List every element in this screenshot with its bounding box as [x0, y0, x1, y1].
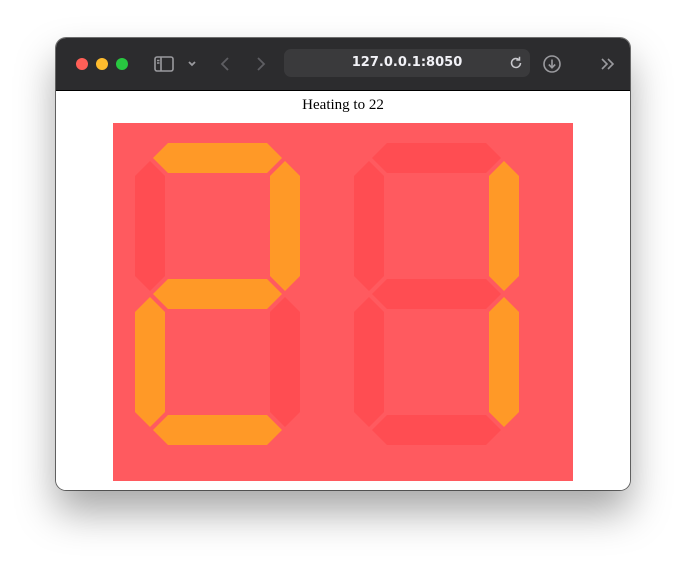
segment-lower-right: [270, 297, 300, 427]
address-url: 127.0.0.1:8050: [351, 55, 463, 70]
chevron-down-icon[interactable]: [180, 52, 196, 76]
address-bar[interactable]: 127.0.0.1:8050: [284, 49, 530, 77]
segment-middle: [372, 279, 501, 309]
segment-bottom: [372, 415, 501, 445]
back-arrow-icon[interactable]: [214, 52, 238, 76]
segment-bottom: [153, 415, 282, 445]
segment-lower-left: [135, 297, 165, 427]
digit-1: [135, 143, 300, 445]
seven-segment-display: [113, 123, 573, 481]
segment-top: [153, 143, 282, 173]
segment-top: [372, 143, 501, 173]
browser-toolbar: 127.0.0.1:8050: [56, 38, 630, 91]
reload-icon[interactable]: [508, 55, 524, 71]
page-content: Heating to 22: [56, 91, 630, 490]
segment-middle: [153, 279, 282, 309]
forward-arrow-icon[interactable]: [248, 52, 272, 76]
double-chevron-right-icon[interactable]: [596, 52, 620, 76]
segment-lower-right: [489, 297, 519, 427]
digit-2: [354, 143, 519, 445]
minimize-window-button[interactable]: [96, 58, 108, 70]
close-window-button[interactable]: [76, 58, 88, 70]
segment-upper-right: [489, 161, 519, 291]
zoom-window-button[interactable]: [116, 58, 128, 70]
segment-upper-left: [354, 161, 384, 291]
sidebar-toggle-icon[interactable]: [152, 52, 176, 76]
download-icon[interactable]: [540, 52, 564, 76]
browser-window: 127.0.0.1:8050 Heating to 22: [56, 38, 630, 490]
heating-status-text: Heating to 22: [302, 97, 384, 113]
segment-upper-right: [270, 161, 300, 291]
segment-upper-left: [135, 161, 165, 291]
segment-lower-left: [354, 297, 384, 427]
